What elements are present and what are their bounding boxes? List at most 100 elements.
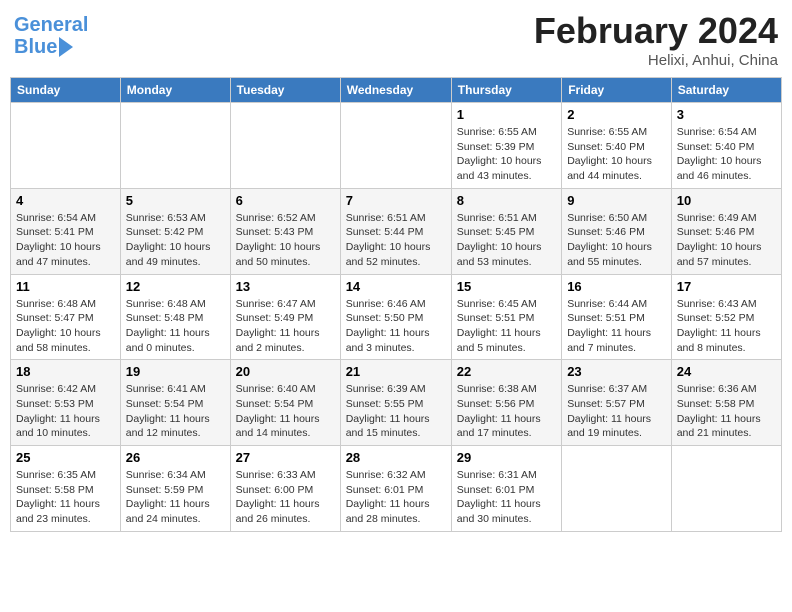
day-info: Sunrise: 6:48 AM Sunset: 5:47 PM Dayligh…: [16, 297, 115, 356]
day-number: 3: [677, 107, 776, 122]
day-number: 15: [457, 279, 556, 294]
week-row-1: 1Sunrise: 6:55 AM Sunset: 5:39 PM Daylig…: [11, 103, 782, 189]
day-info: Sunrise: 6:45 AM Sunset: 5:51 PM Dayligh…: [457, 297, 556, 356]
weekday-header-friday: Friday: [562, 78, 672, 103]
calendar-cell: 29 Sunrise: 6:31 AM Sunset: 6:01 PM Dayli…: [451, 446, 561, 532]
calendar-table: SundayMondayTuesdayWednesdayThursdayFrid…: [10, 77, 782, 532]
day-number: 26: [126, 450, 225, 465]
day-number: 17: [677, 279, 776, 294]
day-info: Sunrise: 6:54 AM Sunset: 5:41 PM Dayligh…: [16, 211, 115, 270]
location-subtitle: Helixi, Anhui, China: [534, 52, 778, 69]
day-info: Sunrise: 6:47 AM Sunset: 5:49 PM Dayligh…: [236, 297, 335, 356]
calendar-cell: 27 Sunrise: 6:33 AM Sunset: 6:00 PM Dayli…: [230, 446, 340, 532]
calendar-cell: 5 Sunrise: 6:53 AM Sunset: 5:42 PM Daylig…: [120, 188, 230, 274]
calendar-cell: 4 Sunrise: 6:54 AM Sunset: 5:41 PM Daylig…: [11, 188, 121, 274]
day-number: 29: [457, 450, 556, 465]
day-number: 18: [16, 364, 115, 379]
day-info: Sunrise: 6:46 AM Sunset: 5:50 PM Dayligh…: [346, 297, 446, 356]
day-info: Sunrise: 6:40 AM Sunset: 5:54 PM Dayligh…: [236, 382, 335, 441]
calendar-cell: [120, 103, 230, 189]
logo-arrow-icon: [59, 37, 73, 57]
calendar-cell: 2 Sunrise: 6:55 AM Sunset: 5:40 PM Daylig…: [562, 103, 672, 189]
calendar-cell: 19Sunrise: 6:41 AM Sunset: 5:54 PM Dayli…: [120, 360, 230, 446]
calendar-cell: 22Sunrise: 6:38 AM Sunset: 5:56 PM Dayli…: [451, 360, 561, 446]
day-info: Sunrise: 6:51 AM Sunset: 5:45 PM Dayligh…: [457, 211, 556, 270]
calendar-cell: 7Sunrise: 6:51 AM Sunset: 5:44 PM Daylig…: [340, 188, 451, 274]
calendar-cell: 1Sunrise: 6:55 AM Sunset: 5:39 PM Daylig…: [451, 103, 561, 189]
day-number: 2: [567, 107, 666, 122]
day-number: 16: [567, 279, 666, 294]
weekday-header-tuesday: Tuesday: [230, 78, 340, 103]
calendar-cell: [671, 446, 781, 532]
calendar-cell: 13Sunrise: 6:47 AM Sunset: 5:49 PM Dayli…: [230, 274, 340, 360]
day-info: Sunrise: 6:36 AM Sunset: 5:58 PM Dayligh…: [677, 382, 776, 441]
weekday-header-row: SundayMondayTuesdayWednesdayThursdayFrid…: [11, 78, 782, 103]
day-number: 6: [236, 193, 335, 208]
calendar-cell: 24 Sunrise: 6:36 AM Sunset: 5:58 PM Dayli…: [671, 360, 781, 446]
month-title: February 2024: [534, 10, 778, 52]
calendar-cell: 14 Sunrise: 6:46 AM Sunset: 5:50 PM Dayli…: [340, 274, 451, 360]
day-info: Sunrise: 6:41 AM Sunset: 5:54 PM Dayligh…: [126, 382, 225, 441]
day-number: 5: [126, 193, 225, 208]
day-info: Sunrise: 6:42 AM Sunset: 5:53 PM Dayligh…: [16, 382, 115, 441]
calendar-cell: [340, 103, 451, 189]
weekday-header-thursday: Thursday: [451, 78, 561, 103]
day-number: 8: [457, 193, 556, 208]
day-info: Sunrise: 6:55 AM Sunset: 5:40 PM Dayligh…: [567, 125, 666, 184]
day-number: 23: [567, 364, 666, 379]
calendar-cell: 10Sunrise: 6:49 AM Sunset: 5:46 PM Dayli…: [671, 188, 781, 274]
calendar-cell: 21 Sunrise: 6:39 AM Sunset: 5:55 PM Dayli…: [340, 360, 451, 446]
calendar-cell: 28 Sunrise: 6:32 AM Sunset: 6:01 PM Dayli…: [340, 446, 451, 532]
day-info: Sunrise: 6:32 AM Sunset: 6:01 PM Dayligh…: [346, 468, 446, 527]
week-row-4: 18 Sunrise: 6:42 AM Sunset: 5:53 PM Dayli…: [11, 360, 782, 446]
logo-general: General: [14, 14, 88, 36]
day-number: 21: [346, 364, 446, 379]
calendar-cell: 3 Sunrise: 6:54 AM Sunset: 5:40 PM Daylig…: [671, 103, 781, 189]
calendar-cell: 18 Sunrise: 6:42 AM Sunset: 5:53 PM Dayli…: [11, 360, 121, 446]
weekday-header-saturday: Saturday: [671, 78, 781, 103]
calendar-cell: [230, 103, 340, 189]
day-info: Sunrise: 6:43 AM Sunset: 5:52 PM Dayligh…: [677, 297, 776, 356]
day-number: 28: [346, 450, 446, 465]
day-number: 4: [16, 193, 115, 208]
day-number: 12: [126, 279, 225, 294]
day-info: Sunrise: 6:39 AM Sunset: 5:55 PM Dayligh…: [346, 382, 446, 441]
day-info: Sunrise: 6:33 AM Sunset: 6:00 PM Dayligh…: [236, 468, 335, 527]
day-number: 25: [16, 450, 115, 465]
calendar-cell: 16 Sunrise: 6:44 AM Sunset: 5:51 PM Dayli…: [562, 274, 672, 360]
calendar-cell: 9Sunrise: 6:50 AM Sunset: 5:46 PM Daylig…: [562, 188, 672, 274]
day-number: 27: [236, 450, 335, 465]
day-number: 9: [567, 193, 666, 208]
calendar-cell: 12 Sunrise: 6:48 AM Sunset: 5:48 PM Dayli…: [120, 274, 230, 360]
title-block: February 2024 Helixi, Anhui, China: [534, 10, 778, 69]
week-row-5: 25Sunrise: 6:35 AM Sunset: 5:58 PM Dayli…: [11, 446, 782, 532]
calendar-cell: 23 Sunrise: 6:37 AM Sunset: 5:57 PM Dayli…: [562, 360, 672, 446]
day-info: Sunrise: 6:44 AM Sunset: 5:51 PM Dayligh…: [567, 297, 666, 356]
calendar-cell: 26 Sunrise: 6:34 AM Sunset: 5:59 PM Dayli…: [120, 446, 230, 532]
day-info: Sunrise: 6:48 AM Sunset: 5:48 PM Dayligh…: [126, 297, 225, 356]
day-info: Sunrise: 6:49 AM Sunset: 5:46 PM Dayligh…: [677, 211, 776, 270]
weekday-header-sunday: Sunday: [11, 78, 121, 103]
calendar-cell: 11Sunrise: 6:48 AM Sunset: 5:47 PM Dayli…: [11, 274, 121, 360]
calendar-cell: [11, 103, 121, 189]
day-number: 24: [677, 364, 776, 379]
calendar-cell: [562, 446, 672, 532]
week-row-3: 11Sunrise: 6:48 AM Sunset: 5:47 PM Dayli…: [11, 274, 782, 360]
weekday-header-wednesday: Wednesday: [340, 78, 451, 103]
logo-text: General: [14, 14, 88, 36]
weekday-header-monday: Monday: [120, 78, 230, 103]
calendar-cell: 15 Sunrise: 6:45 AM Sunset: 5:51 PM Dayli…: [451, 274, 561, 360]
calendar-cell: 25Sunrise: 6:35 AM Sunset: 5:58 PM Dayli…: [11, 446, 121, 532]
day-number: 14: [346, 279, 446, 294]
day-info: Sunrise: 6:52 AM Sunset: 5:43 PM Dayligh…: [236, 211, 335, 270]
day-info: Sunrise: 6:51 AM Sunset: 5:44 PM Dayligh…: [346, 211, 446, 270]
day-info: Sunrise: 6:37 AM Sunset: 5:57 PM Dayligh…: [567, 382, 666, 441]
day-info: Sunrise: 6:55 AM Sunset: 5:39 PM Dayligh…: [457, 125, 556, 184]
day-info: Sunrise: 6:31 AM Sunset: 6:01 PM Dayligh…: [457, 468, 556, 527]
day-number: 22: [457, 364, 556, 379]
day-info: Sunrise: 6:53 AM Sunset: 5:42 PM Dayligh…: [126, 211, 225, 270]
day-info: Sunrise: 6:34 AM Sunset: 5:59 PM Dayligh…: [126, 468, 225, 527]
calendar-cell: 8 Sunrise: 6:51 AM Sunset: 5:45 PM Daylig…: [451, 188, 561, 274]
calendar-cell: 20Sunrise: 6:40 AM Sunset: 5:54 PM Dayli…: [230, 360, 340, 446]
day-info: Sunrise: 6:54 AM Sunset: 5:40 PM Dayligh…: [677, 125, 776, 184]
